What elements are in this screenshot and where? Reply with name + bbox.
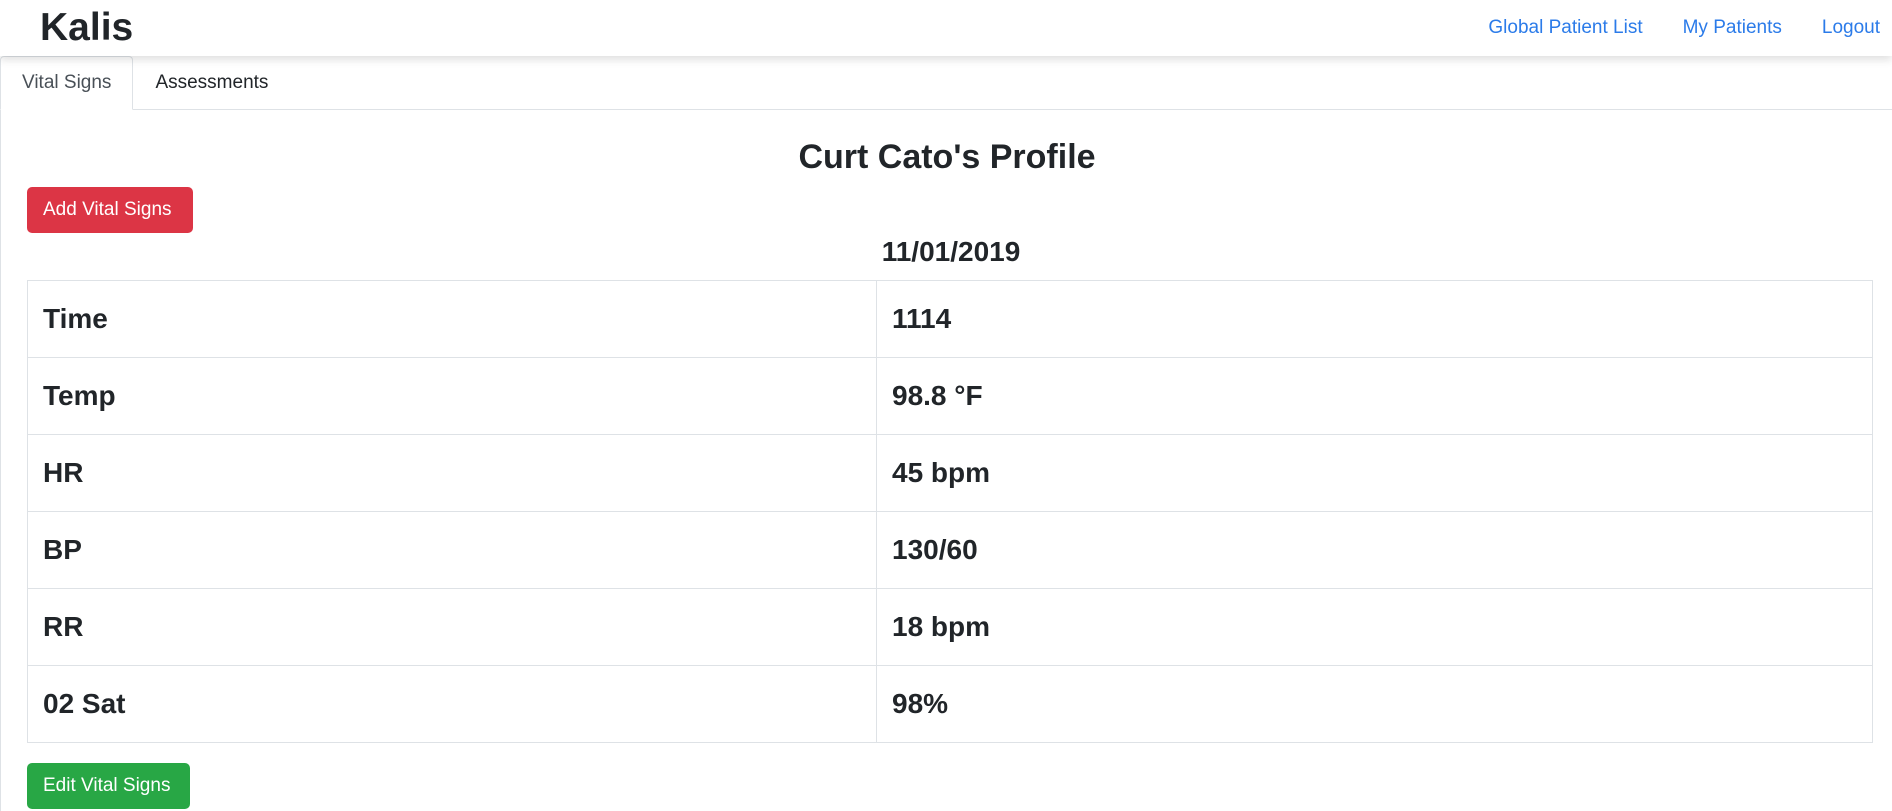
- nav-link-logout[interactable]: Logout: [1822, 17, 1880, 39]
- table-row: Temp 98.8 °F: [27, 357, 1873, 435]
- table-row: Time 1114: [27, 280, 1873, 358]
- table-row: BP 130/60: [27, 511, 1873, 589]
- add-vital-signs-button[interactable]: Add Vital Signs: [27, 187, 193, 233]
- vital-label-rr: RR: [27, 588, 877, 666]
- vitals-date: 11/01/2019: [881, 236, 1021, 267]
- vitals-table: Time 1114 Temp 98.8 °F HR 45 bpm BP 130/…: [27, 280, 1873, 743]
- vital-value-hr: 45 bpm: [876, 434, 1873, 512]
- navbar: Kalis Global Patient List My Patients Lo…: [0, 0, 1892, 56]
- brand-logo[interactable]: Kalis: [40, 4, 133, 52]
- vital-value-rr: 18 bpm: [876, 588, 1873, 666]
- table-row: 02 Sat 98%: [27, 665, 1873, 743]
- table-row: HR 45 bpm: [27, 434, 1873, 512]
- tab-vital-signs[interactable]: Vital Signs: [0, 56, 134, 110]
- vital-value-temp: 98.8 °F: [876, 357, 1873, 435]
- nav-link-my-patients[interactable]: My Patients: [1683, 17, 1782, 39]
- vital-value-o2-sat: 98%: [876, 665, 1873, 743]
- tab-assessments[interactable]: Assessments: [133, 56, 290, 110]
- tab-bar: Vital Signs Assessments: [0, 56, 1892, 110]
- vital-label-o2-sat: 02 Sat: [27, 665, 877, 743]
- edit-vital-signs-button[interactable]: Edit Vital Signs: [27, 763, 190, 809]
- vital-label-bp: BP: [27, 511, 877, 589]
- vital-label-time: Time: [27, 280, 877, 358]
- vital-signs-panel: Curt Cato's Profile Add Vital Signs 11/0…: [0, 109, 1892, 811]
- table-row: RR 18 bpm: [27, 588, 1873, 666]
- nav-links: Global Patient List My Patients Logout: [1488, 0, 1892, 56]
- vital-label-hr: HR: [27, 434, 877, 512]
- vital-value-time: 1114: [876, 280, 1873, 358]
- vital-value-bp: 130/60: [876, 511, 1873, 589]
- vital-label-temp: Temp: [27, 357, 877, 435]
- page-title: Curt Cato's Profile: [798, 138, 1096, 176]
- nav-link-global-patient-list[interactable]: Global Patient List: [1488, 17, 1642, 39]
